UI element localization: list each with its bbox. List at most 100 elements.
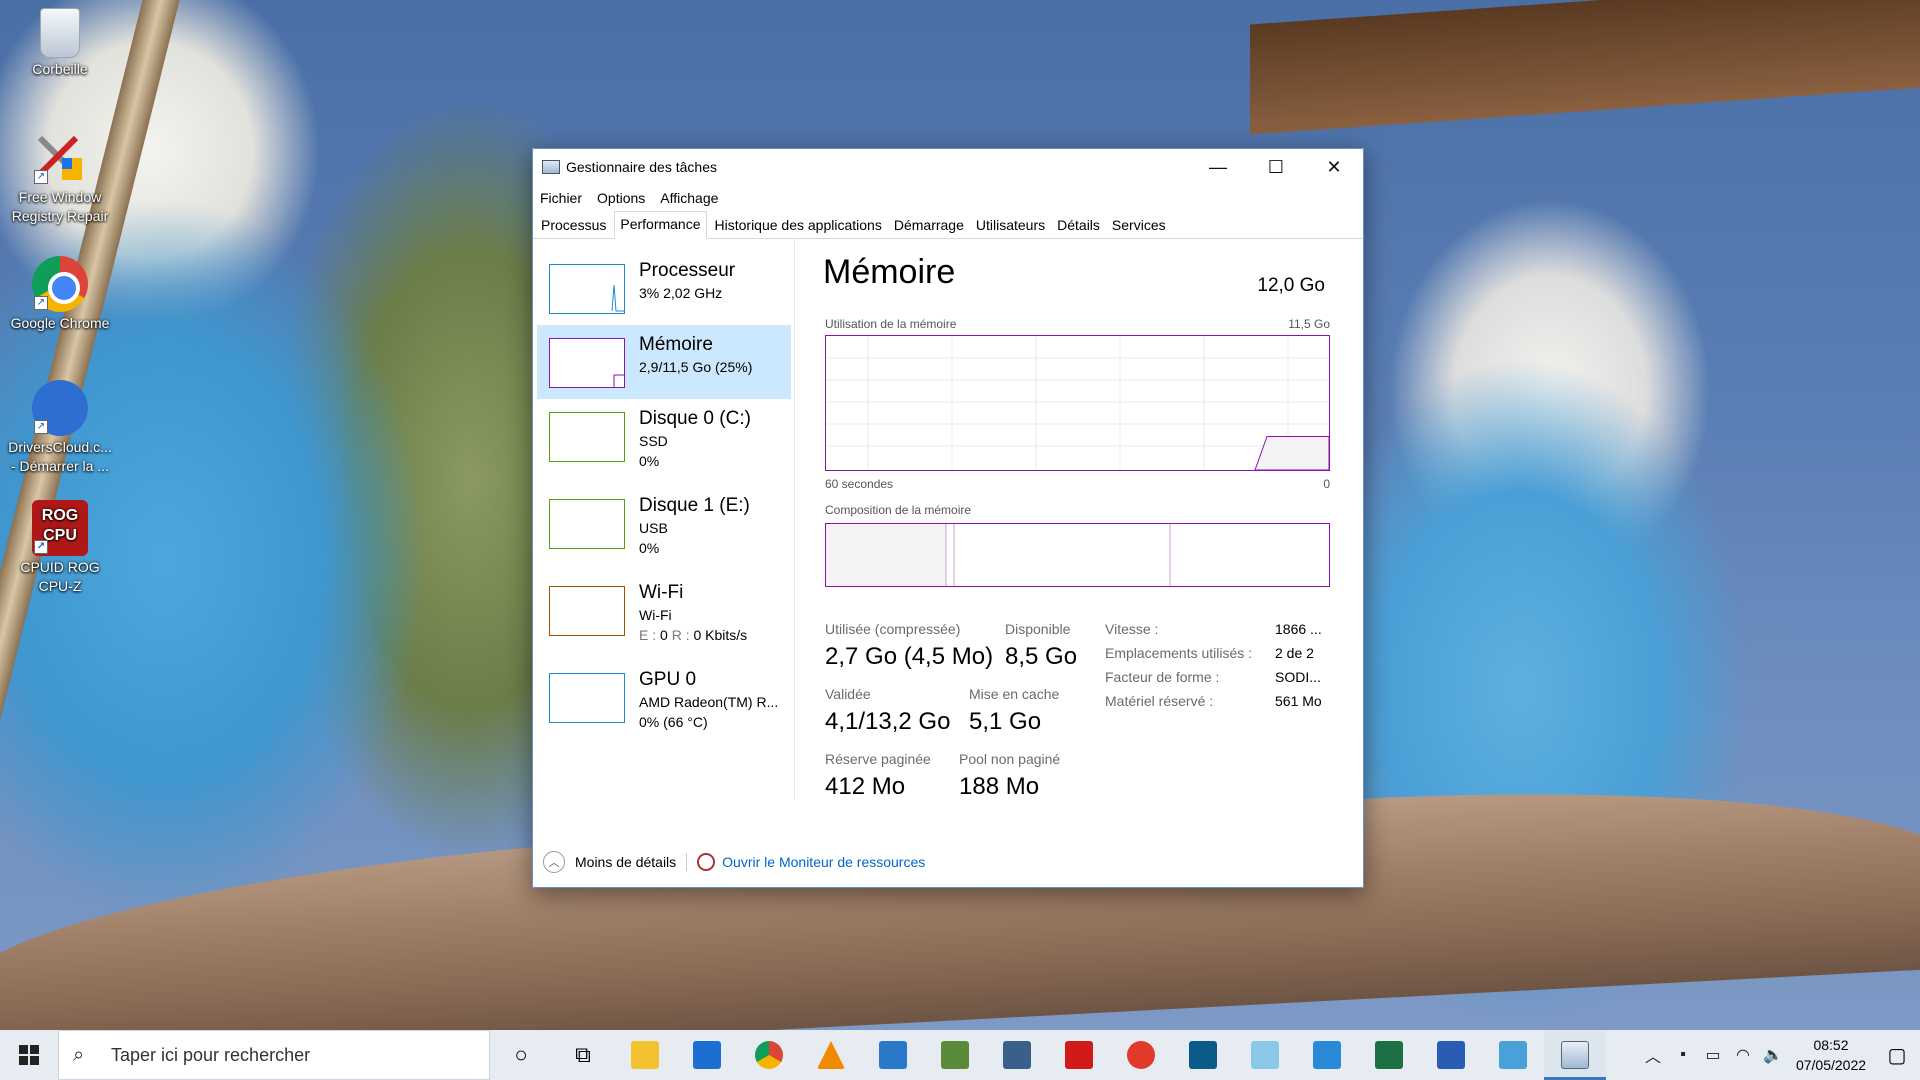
- task-view-icon[interactable]: ⧉: [552, 1030, 614, 1080]
- app-tray-icon[interactable]: ▪: [1668, 1030, 1698, 1080]
- sidebar-item-name: Processeur: [639, 260, 736, 281]
- sidebar-item-disque-0[interactable]: Disque 0 (C:) SSD 0%: [537, 399, 791, 473]
- menu-options[interactable]: Options: [597, 190, 645, 206]
- speed-label: Vitesse :: [1105, 621, 1159, 637]
- usage-max-label: 11,5 Go: [1288, 317, 1330, 331]
- shortcut-arrow-icon: ↗: [34, 170, 48, 184]
- word-icon[interactable]: [1420, 1030, 1482, 1080]
- disk0-thumbnail-graph: [549, 412, 625, 462]
- desktop-icon-label: DriversCloud.c... - Démarrer la ...: [8, 439, 112, 474]
- desktop-icon-label: Corbeille: [32, 61, 88, 77]
- sidebar-item-gpu[interactable]: GPU 0 AMD Radeon(TM) R... 0% (66 °C): [537, 660, 791, 734]
- mail-icon[interactable]: [676, 1030, 738, 1080]
- window-footer: ︿ Moins de détails Ouvrir le Moniteur de…: [533, 837, 1363, 887]
- search-placeholder: Taper ici pour rechercher: [111, 1044, 311, 1065]
- slots-value: 2 de 2: [1275, 645, 1314, 661]
- sidebar-item-detail: AMD Radeon(TM) R...: [639, 694, 779, 710]
- rog-cpuz-icon: ROG CPU ↗: [32, 500, 88, 556]
- slots-label: Emplacements utilisés :: [1105, 645, 1253, 661]
- usage-graph-svg: [826, 336, 1330, 471]
- committed-label: Validée: [825, 686, 871, 702]
- cortana-icon[interactable]: ○: [490, 1030, 552, 1080]
- chevron-up-icon[interactable]: ︿: [543, 851, 565, 873]
- wifi-icon[interactable]: ◠: [1728, 1030, 1758, 1080]
- taskbar-clock[interactable]: 08:52 07/05/2022: [1788, 1035, 1874, 1075]
- paged-pool-label: Réserve paginée: [825, 751, 931, 767]
- vlc-icon[interactable]: [800, 1030, 862, 1080]
- battery-icon[interactable]: ▭: [1698, 1030, 1728, 1080]
- task-manager-taskbar-icon[interactable]: [1544, 1030, 1606, 1080]
- sidebar-item-name: Disque 1 (E:): [639, 495, 750, 516]
- app-eraser-icon[interactable]: [1234, 1030, 1296, 1080]
- sidebar-item-detail: USB: [639, 520, 668, 536]
- chrome-taskbar-icon[interactable]: [738, 1030, 800, 1080]
- usage-label: Utilisation de la mémoire: [825, 317, 957, 331]
- sidebar-item-usage: 0%: [639, 540, 660, 556]
- notification-center-icon[interactable]: ▢: [1874, 1030, 1920, 1080]
- desktop-icon-driverscloud[interactable]: ↗ DriversCloud.c... - Démarrer la ...: [6, 380, 114, 476]
- usage-area: [1254, 436, 1330, 471]
- cached-label: Mise en cache: [969, 686, 1060, 702]
- nonpaged-pool-value: 188 Mo: [959, 773, 1040, 800]
- composition-in-use: [826, 524, 946, 586]
- cached-value: 5,1 Go: [969, 708, 1042, 735]
- tab-details[interactable]: Détails: [1053, 213, 1104, 238]
- clock-date: 07/05/2022: [1795, 1057, 1867, 1073]
- app-monitor-icon[interactable]: [1482, 1030, 1544, 1080]
- speed-value: 1866 ...: [1275, 621, 1322, 637]
- photos-icon[interactable]: [924, 1030, 986, 1080]
- tab-historique[interactable]: Historique des applications: [711, 213, 886, 238]
- menu-bar: Fichier Options Affichage: [533, 185, 1363, 211]
- ccleaner-icon[interactable]: [1110, 1030, 1172, 1080]
- sidebar-item-name: Wi-Fi: [639, 582, 684, 603]
- menu-affichage[interactable]: Affichage: [660, 190, 718, 206]
- tab-services[interactable]: Services: [1108, 213, 1170, 238]
- desktop-icon-cpuz[interactable]: ROG CPU ↗ CPUID ROG CPU-Z: [6, 500, 114, 596]
- tab-utilisateurs[interactable]: Utilisateurs: [972, 213, 1049, 238]
- app-blue-window-icon[interactable]: [1296, 1030, 1358, 1080]
- title-bar[interactable]: Gestionnaire des tâches — ☐ ✕: [533, 149, 1363, 185]
- start-button[interactable]: [0, 1030, 58, 1080]
- tab-performance[interactable]: Performance: [614, 211, 707, 239]
- sidebar-item-wifi[interactable]: Wi-Fi Wi-Fi E : 0 R : 0 Kbits/s: [537, 573, 791, 647]
- gpu-thumbnail-graph: [549, 673, 625, 723]
- volume-icon[interactable]: 🔈: [1758, 1030, 1788, 1080]
- sidebar-item-throughput: E : 0 R : 0 Kbits/s: [639, 627, 748, 643]
- less-details-button[interactable]: Moins de détails: [575, 854, 676, 870]
- chevron-up-tray-icon[interactable]: ︿: [1638, 1030, 1668, 1080]
- sidebar-item-memoire[interactable]: Mémoire 2,9/11,5 Go (25%): [537, 325, 791, 399]
- shortcut-arrow-icon: ↗: [34, 420, 48, 434]
- close-button[interactable]: ✕: [1305, 149, 1363, 185]
- minimize-button[interactable]: —: [1189, 149, 1247, 185]
- used-label: Utilisée (compressée): [825, 621, 961, 637]
- sidebar-item-disque-1[interactable]: Disque 1 (E:) USB 0%: [537, 486, 791, 560]
- tab-processus[interactable]: Processus: [537, 213, 610, 238]
- wallpaper-roof: [1250, 0, 1920, 135]
- desktop-icon-recycle-bin[interactable]: Corbeille: [6, 8, 114, 79]
- system-tray: ︿ ▪ ▭ ◠ 🔈 08:52 07/05/2022 ▢: [1638, 1030, 1920, 1080]
- sidebar-item-processeur[interactable]: Processeur 3% 2,02 GHz: [537, 251, 791, 325]
- paint-icon[interactable]: [862, 1030, 924, 1080]
- open-resource-monitor-link[interactable]: Ouvrir le Moniteur de ressources: [722, 854, 925, 870]
- sidebar-item-name: GPU 0: [639, 669, 697, 690]
- taskbar-search-box[interactable]: ⌕ Taper ici pour rechercher: [58, 1030, 490, 1080]
- sidebar-item-detail: Wi-Fi: [639, 607, 672, 623]
- file-explorer-icon[interactable]: [614, 1030, 676, 1080]
- time-axis-left: 60 secondes: [825, 477, 894, 491]
- app-butterfly-icon[interactable]: [1172, 1030, 1234, 1080]
- tab-strip: Processus Performance Historique des app…: [533, 211, 1363, 239]
- memory-usage-graph: [825, 335, 1330, 471]
- footer-divider: [686, 853, 688, 871]
- form-factor-value: SODI...: [1275, 669, 1321, 685]
- memory-thumbnail-graph: [549, 338, 625, 388]
- excel-icon[interactable]: [1358, 1030, 1420, 1080]
- desktop-icon-label: Free Window Registry Repair: [11, 189, 109, 224]
- acrobat-icon[interactable]: [1048, 1030, 1110, 1080]
- tab-demarrage[interactable]: Démarrage: [890, 213, 968, 238]
- desktop-icon-chrome[interactable]: ↗ Google Chrome: [6, 256, 114, 333]
- maximize-button[interactable]: ☐: [1247, 149, 1305, 185]
- performance-content: Processeur 3% 2,02 GHz Mémoire 2,9/11,5 …: [533, 239, 1363, 829]
- desktop-icon-registry-repair[interactable]: ↗ Free Window Registry Repair: [6, 130, 114, 226]
- calculator-icon[interactable]: [986, 1030, 1048, 1080]
- menu-fichier[interactable]: Fichier: [540, 190, 582, 206]
